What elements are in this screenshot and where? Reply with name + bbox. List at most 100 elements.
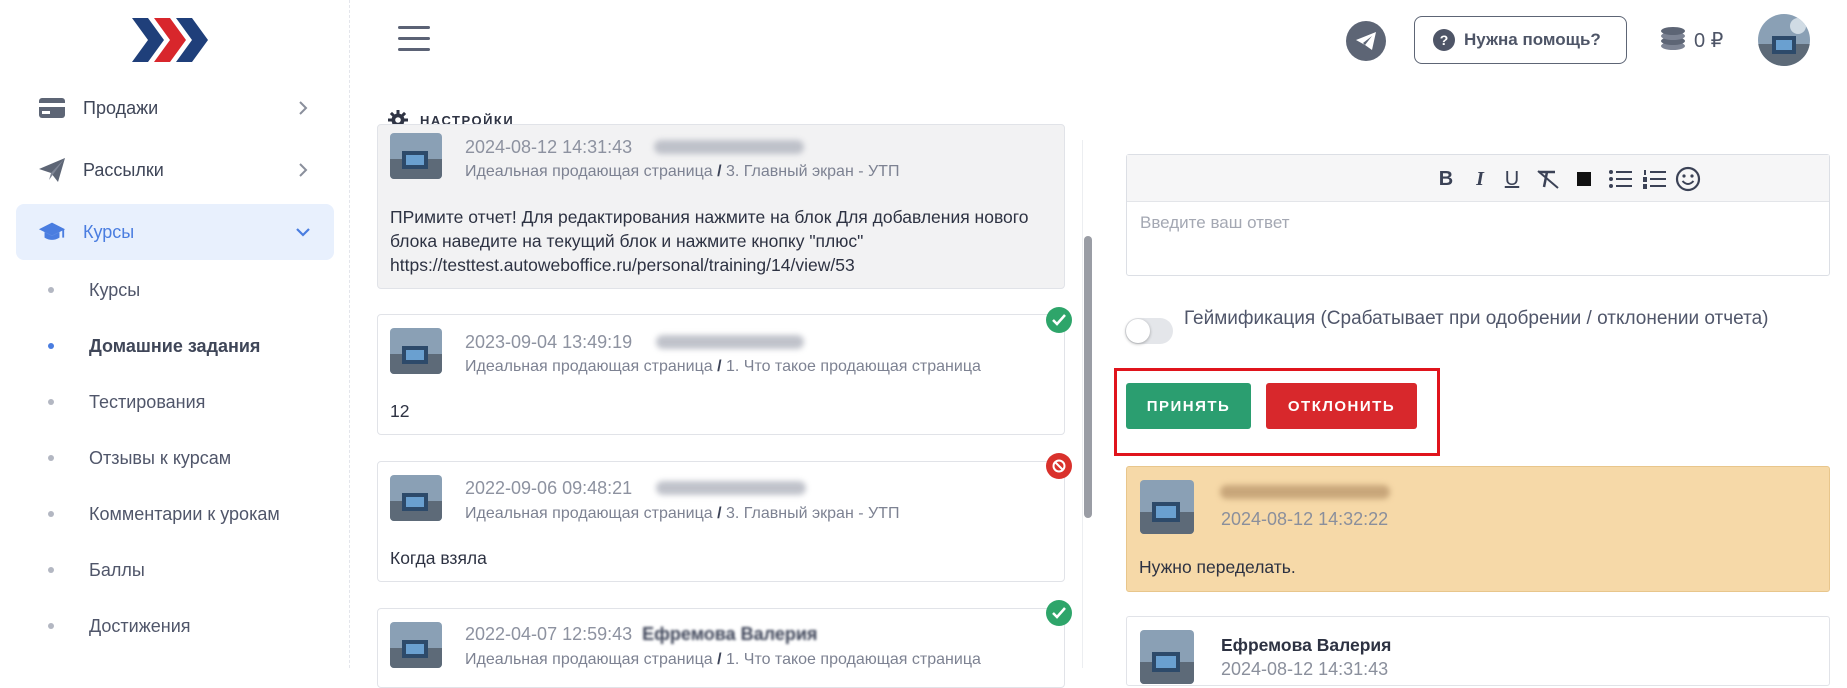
panel-divider: [1082, 140, 1083, 668]
sidebar-subitem-comments[interactable]: Комментарии к урокам: [40, 494, 330, 534]
student-name-blurred: [654, 140, 804, 154]
report-course: Идеальная продающая страница: [465, 505, 713, 522]
report-card[interactable]: 2024-08-12 14:31:43 Идеальная продающая …: [377, 124, 1065, 289]
sidebar-subitem-courses[interactable]: Курсы: [40, 270, 330, 310]
report-lesson: 3. Главный экран - УТП: [725, 163, 900, 180]
path-separator: /: [717, 505, 722, 522]
sidebar-item-sales[interactable]: Продажи: [16, 80, 334, 136]
coins-icon: [1661, 27, 1685, 50]
reply-card: 2024-08-12 14:32:22 Нужно переделать.: [1126, 466, 1830, 592]
numbered-list-icon[interactable]: [1641, 166, 1667, 192]
sidebar-item-label: Курсы: [83, 221, 135, 242]
report-date-value: 2022-04-07 12:59:43: [465, 624, 633, 644]
clear-format-icon[interactable]: [1535, 166, 1561, 192]
reply-card: Ефремова Валерия 2024-08-12 14:31:43: [1126, 616, 1830, 686]
student-avatar: [390, 328, 442, 374]
student-avatar: [390, 622, 442, 668]
reviewer-avatar: [1140, 480, 1194, 534]
report-date: 2023-09-04 13:49:19: [465, 332, 633, 352]
reject-button[interactable]: ОТКЛОНИТЬ: [1266, 383, 1417, 429]
report-text: ПРимите отчет! Для редактирования нажмит…: [390, 207, 1029, 275]
reply-date: 2024-08-12 14:31:43: [1221, 659, 1389, 679]
chevron-down-icon: [296, 228, 310, 237]
sidebar-subitem-points[interactable]: Баллы: [40, 550, 330, 590]
avatar[interactable]: [1758, 14, 1810, 66]
sidebar-subitem-label: Баллы: [89, 559, 145, 580]
sidebar-item-mailings[interactable]: Рассылки: [16, 142, 334, 198]
report-date: 2022-09-06 09:48:21: [465, 478, 633, 498]
menu-toggle-icon[interactable]: [398, 26, 430, 54]
credit-card-icon: [38, 94, 66, 122]
reply-input[interactable]: [1140, 213, 1810, 233]
student-avatar: [1140, 630, 1194, 684]
sidebar: Продажи Рассылки Курсы Курсы Домашние за…: [0, 0, 350, 668]
reply-date: 2024-08-12 14:32:22: [1221, 509, 1389, 529]
sidebar-item-courses[interactable]: Курсы: [16, 204, 334, 260]
gamification-toggle[interactable]: [1125, 318, 1173, 344]
bullet-dot: [48, 399, 54, 405]
path-separator: /: [717, 358, 722, 375]
student-name: Ефремова Валерия: [642, 624, 818, 644]
bullet-dot: [48, 623, 54, 629]
help-button[interactable]: ? Нужна помощь?: [1414, 16, 1627, 64]
report-text: 12: [390, 401, 410, 421]
question-icon: ?: [1433, 29, 1455, 51]
gamification-label: Геймификация (Срабатывает при одобрении …: [1184, 308, 1769, 329]
sidebar-subitem-label: Курсы: [89, 279, 141, 300]
emoji-icon[interactable]: [1675, 166, 1701, 192]
sidebar-subitem-achievements[interactable]: Достижения: [40, 606, 330, 646]
bullet-dot: [48, 511, 54, 517]
sidebar-subitem-homework[interactable]: Домашние задания: [40, 326, 330, 366]
report-card[interactable]: 2022-09-06 09:48:21 Идеальная продающая …: [377, 461, 1065, 582]
report-card[interactable]: 2022-04-07 12:59:43 Ефремова Валерия Иде…: [377, 608, 1065, 688]
reviewer-name-blurred: [1220, 485, 1390, 499]
report-lesson: 3. Главный экран - УТП: [725, 505, 900, 522]
sidebar-subitem-label: Тестирования: [89, 391, 206, 412]
sidebar-subitem-tests[interactable]: Тестирования: [40, 382, 330, 422]
student-avatar: [390, 133, 442, 179]
sidebar-subitem-label: Комментарии к урокам: [89, 503, 280, 524]
sidebar-item-label: Продажи: [83, 97, 159, 118]
path-separator: /: [717, 163, 722, 180]
bullet-list-icon[interactable]: [1607, 166, 1633, 192]
report-card[interactable]: 2023-09-04 13:49:19 Идеальная продающая …: [377, 314, 1065, 435]
sidebar-subitem-label: Отзывы к курсам: [89, 447, 232, 468]
underline-icon[interactable]: U: [1499, 166, 1525, 192]
report-course: Идеальная продающая страница: [465, 163, 713, 180]
telegram-icon[interactable]: [1346, 21, 1386, 61]
accepted-status-icon: [1046, 600, 1072, 626]
report-text: Когда взяла: [390, 548, 487, 568]
sidebar-subitem-label: Домашние задания: [89, 335, 261, 356]
student-name-blurred: [656, 335, 804, 349]
scrollbar-thumb[interactable]: [1084, 236, 1092, 518]
italic-icon[interactable]: I: [1467, 166, 1493, 192]
report-lesson: 1. Что такое продающая страница: [725, 358, 981, 375]
rejected-status-icon: [1046, 453, 1072, 479]
text-color-icon[interactable]: [1571, 166, 1597, 192]
help-button-label: Нужна помощь?: [1464, 30, 1601, 49]
accept-button[interactable]: ПРИНЯТЬ: [1126, 383, 1251, 429]
bullet-dot: [48, 343, 54, 349]
report-course: Идеальная продающая страница: [465, 651, 713, 668]
sidebar-subitem-reviews[interactable]: Отзывы к курсам: [40, 438, 330, 478]
report-path: Идеальная продающая страница / 1. Что та…: [465, 651, 981, 669]
student-name-blurred: [656, 481, 806, 495]
bullet-dot: [48, 455, 54, 461]
report-date: 2024-08-12 14:31:43: [465, 137, 633, 157]
bullet-dot: [48, 287, 54, 293]
graduation-cap-icon: [38, 218, 66, 246]
report-lesson: 1. Что такое продающая страница: [725, 651, 981, 668]
sidebar-subitem-label: Достижения: [89, 615, 191, 636]
sidebar-item-label: Рассылки: [83, 159, 164, 180]
bullet-dot: [48, 567, 54, 573]
reply-author: Ефремова Валерия: [1221, 635, 1392, 655]
editor-toolbar: B I U: [1127, 155, 1829, 202]
reply-editor: B I U: [1126, 154, 1830, 276]
report-path: Идеальная продающая страница / 3. Главны…: [465, 505, 899, 523]
reply-text: Нужно переделать.: [1139, 557, 1296, 577]
accepted-status-icon: [1046, 307, 1072, 333]
paper-plane-icon: [38, 156, 66, 184]
bold-icon[interactable]: B: [1433, 166, 1459, 192]
logo[interactable]: [132, 16, 210, 64]
chevron-right-icon: [299, 101, 308, 115]
